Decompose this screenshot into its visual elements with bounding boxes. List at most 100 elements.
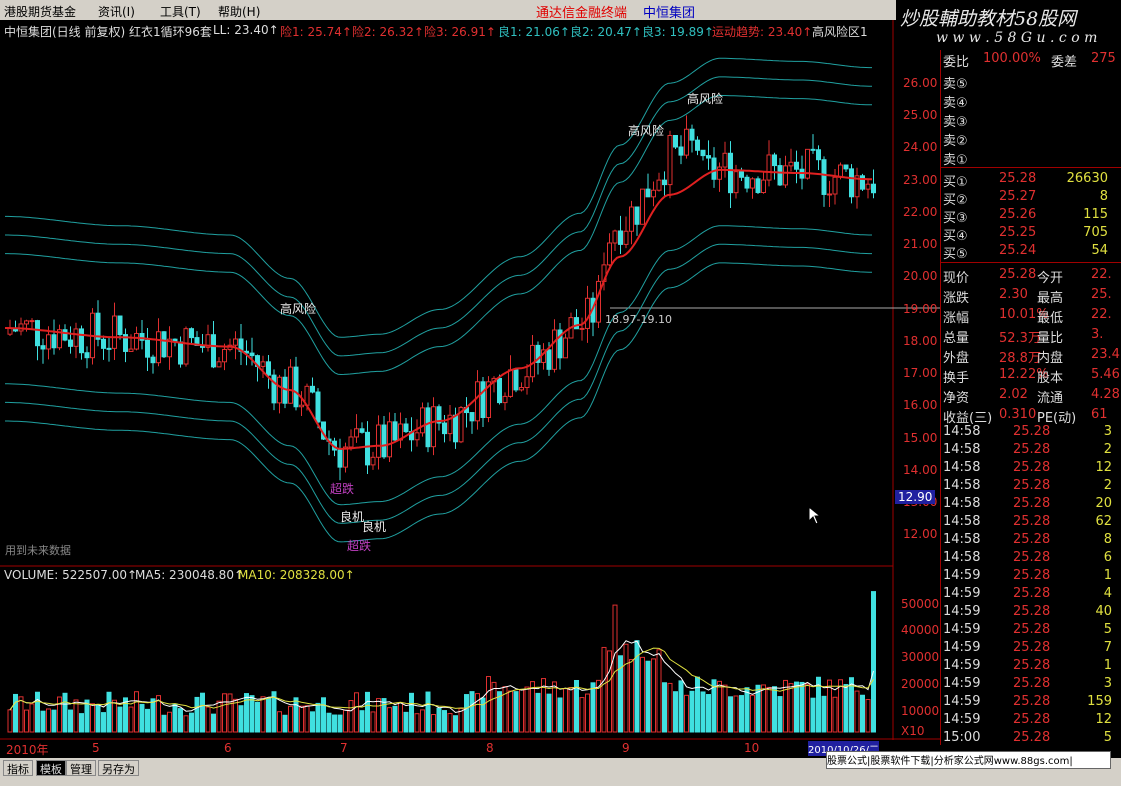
candle-body [249,352,255,357]
candle-body [277,376,282,404]
volume-bar [354,692,359,733]
candle-body [585,297,590,329]
candle-body [739,171,744,178]
candle-body [403,423,409,433]
date-tick: 8 [486,741,494,755]
candle-body [178,341,183,365]
tab-template[interactable]: 模板 [36,760,66,776]
tick-row[interactable]: 14:59 25.28 159 [941,693,1121,711]
volume-bar [761,684,766,733]
tab-indicator[interactable]: 指标 [3,760,33,776]
candle-body [640,188,645,225]
tick-row[interactable]: 14:59 25.28 40 [941,603,1121,621]
price-tick: 16.00 [903,398,938,412]
buy-row[interactable]: 买④ 25.25 705 [941,224,1121,244]
buy-row[interactable]: 买② 25.27 8 [941,188,1121,208]
tick-row[interactable]: 14:58 25.28 12 [941,459,1121,477]
price-tick: 19.00 [903,302,938,316]
volume-bar [222,693,227,733]
tick-time: 14:58 [943,460,981,475]
candle-body [821,159,827,195]
candle-body [293,366,299,408]
volume-bar [612,604,618,733]
tick-row[interactable]: 14:59 25.28 7 [941,639,1121,657]
volume-bar [420,709,425,733]
candle-body [117,315,123,336]
tick-row[interactable]: 14:59 25.28 1 [941,567,1121,585]
tab-save-as[interactable]: 另存为 [98,760,139,776]
buy-row[interactable]: 买① 25.28 26630 [941,170,1121,190]
volume-bar [453,715,458,733]
tab-manage[interactable]: 管理 [66,760,96,776]
candle-body [453,414,458,443]
volume-bar [425,691,431,733]
tick-row[interactable]: 14:59 25.28 3 [941,675,1121,693]
volume-bar [552,681,557,733]
tick-row[interactable]: 14:58 25.28 62 [941,513,1121,531]
sell-row[interactable]: 卖⑤ [941,72,1121,92]
sell-row[interactable]: 卖① [941,148,1121,168]
tick-price: 25.28 [1013,730,1051,745]
divider [941,262,1121,263]
sell-row[interactable]: 卖② [941,129,1121,149]
menu-info[interactable]: 资讯(I) [98,3,135,20]
volume-bar [722,684,728,733]
candle-body [689,128,695,141]
volume-bar [266,697,271,733]
annotation-high-risk: 高风险 [280,302,317,316]
tick-row[interactable]: 14:58 25.28 6 [941,549,1121,567]
tick-time: 14:58 [943,478,981,493]
buy-row[interactable]: 买⑤ 25.24 54 [941,242,1121,262]
tick-row[interactable]: 14:59 25.28 5 [941,621,1121,639]
menu-hk-futures[interactable]: 港股期货基金 [4,3,76,20]
tick-row[interactable]: 14:58 25.28 3 [941,423,1121,441]
tick-row[interactable]: 14:59 25.28 12 [941,711,1121,729]
sell-row[interactable]: 卖③ [941,110,1121,130]
tick-time: 14:58 [943,442,981,457]
stat-row: 净资 2.02 流通 4.28 [941,386,1121,406]
stat-value: 52.3万 [999,331,1041,346]
volume-bar [387,707,392,733]
menu-help[interactable]: 帮助(H) [218,3,260,20]
candle-body [832,176,838,195]
tick-row[interactable]: 14:58 25.28 2 [941,477,1121,495]
tick-volume: 12 [1095,460,1112,475]
tick-row[interactable]: 14:58 25.28 2 [941,441,1121,459]
sell-row[interactable]: 卖④ [941,91,1121,111]
candle-body [381,424,387,458]
candle-body [40,345,46,350]
menu-tools[interactable]: 工具(T) [160,3,201,20]
volume-bars [7,591,876,733]
ma10-label: MA10: 208328.00↑ [238,568,355,582]
candle-body [502,395,508,404]
price-chart[interactable]: 中恒集团(日线 前复权) 红衣1循环96套 LL: 23.40↑ 险1: 25.… [0,20,940,760]
volume-bar [365,691,370,733]
tick-volume: 7 [1103,640,1112,655]
candle-body [623,230,629,245]
buy-row[interactable]: 买③ 25.26 115 [941,206,1121,226]
tick-row[interactable]: 14:59 25.28 1 [941,657,1121,675]
ad-banner[interactable]: 股票公式|股票软件下载|分析家公式网www.88gs.com| [826,751,1111,769]
candle-body [662,179,667,186]
tick-row[interactable]: 14:58 25.28 20 [941,495,1121,513]
chart-canvas[interactable] [0,20,940,760]
volume-bar [337,714,343,733]
volume-bar [106,691,112,733]
candle-body [755,178,761,194]
volume-bar [167,711,172,733]
volume-bar [13,693,18,733]
tick-row[interactable]: 14:58 25.28 8 [941,531,1121,549]
stat-label: 今开 [1037,271,1064,286]
price-tick: 23.00 [903,173,938,187]
stat-value: 0.310 [999,407,1037,422]
volume-bar [255,701,260,733]
candle-body [431,406,436,448]
candle-body [337,449,343,468]
channel-band [5,243,872,524]
volume-bar [486,676,491,733]
stat-label: 量比 [1037,331,1064,346]
tick-row[interactable]: 14:59 25.28 4 [941,585,1121,603]
app-title: 通达信金融终端 [536,6,628,21]
tick-row[interactable]: 15:00 25.28 5 [941,729,1121,745]
volume-bar [750,694,755,733]
